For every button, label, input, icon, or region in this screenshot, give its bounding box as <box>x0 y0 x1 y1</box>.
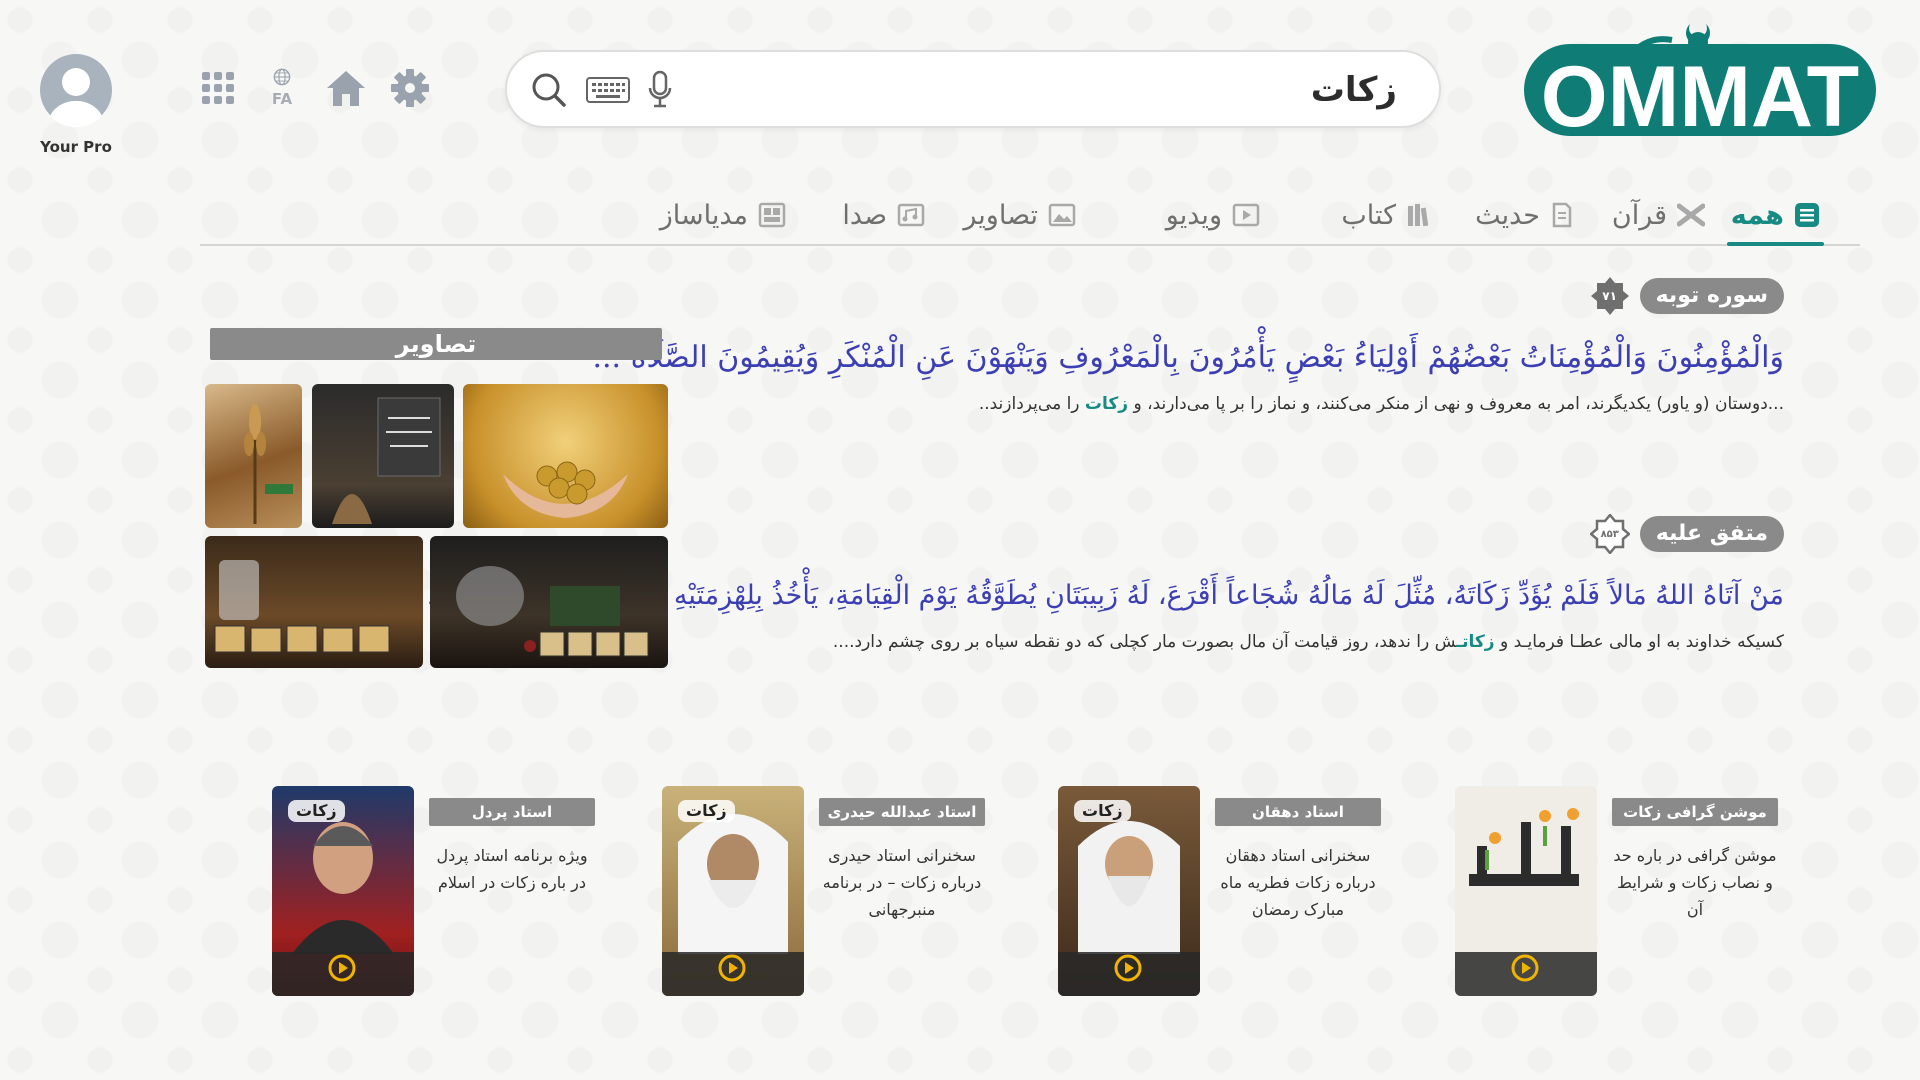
search-input[interactable]: زکات <box>1311 66 1397 114</box>
speaker-label: استاد پردل <box>429 798 595 826</box>
image-icon <box>1048 203 1076 227</box>
images-section-title[interactable]: تصاویر <box>210 328 662 360</box>
video-description: ویژه برنامه استاد پردل در باره زکات در ا… <box>436 846 588 892</box>
video-thumbnail[interactable] <box>1455 786 1597 996</box>
thumbnail-tag: زکات <box>288 800 345 822</box>
video-thumbnail[interactable]: زکات <box>1058 786 1200 996</box>
globe-icon <box>273 68 291 86</box>
speaker-label: استاد عبدالله حیدری <box>819 798 985 826</box>
video-description: سخنرانی استاد دهقان درباره زکات فطریه ما… <box>1220 846 1376 919</box>
image-thumbnail[interactable] <box>312 384 454 528</box>
video-card[interactable]: زکات استاد دهقان سخنرانی استاد دهقان درب… <box>1058 786 1388 998</box>
home-icon[interactable] <box>326 68 366 108</box>
source-badge: سوره توبه <box>1639 278 1784 314</box>
microphone-icon[interactable] <box>647 70 673 110</box>
hadith-number-badge: ۸۵۳ <box>1589 514 1630 554</box>
video-icon <box>1232 203 1260 227</box>
video-thumbnail[interactable]: زکات <box>272 786 414 996</box>
video-card[interactable]: زکات استاد عبدالله حیدری سخنرانی استاد ح… <box>662 786 992 998</box>
translation-text: ...دوستان (و یاور) یکدیگرند، امر به معرو… <box>978 394 1784 414</box>
tab-all[interactable]: همه <box>1726 186 1825 246</box>
video-description: موشن گرافی در باره حد و نصاب زکات و شرای… <box>1613 846 1777 919</box>
language-selector[interactable]: FA <box>262 68 302 108</box>
tab-label: ویدیو <box>1165 199 1222 231</box>
video-card[interactable]: موشن گرافی زکات موشن گرافی در باره حد و … <box>1455 786 1785 998</box>
tab-label: حدیث <box>1475 199 1540 231</box>
source-badge: متفق علیه <box>1639 516 1784 552</box>
image-thumbnail[interactable] <box>430 536 668 668</box>
verse-number-badge: ۷۱ <box>1590 276 1630 316</box>
image-thumbnail[interactable] <box>205 384 302 528</box>
play-icon[interactable] <box>1112 952 1144 988</box>
arabic-text: وَالْمُؤْمِنُونَ وَالْمُؤْمِنَاتُ بَعْضُ… <box>592 340 1784 375</box>
video-description: سخنرانی استاد حیدری درباره زکات – در برن… <box>822 846 982 919</box>
apps-grid-icon[interactable] <box>198 68 238 108</box>
language-label: FA <box>271 90 293 108</box>
gear-icon[interactable] <box>390 68 430 108</box>
tab-media-maker[interactable]: مدیاساز <box>660 186 786 244</box>
tab-label: قرآن <box>1611 199 1667 231</box>
thumbnail-tag: زکات <box>678 800 735 822</box>
play-icon[interactable] <box>1509 952 1541 988</box>
thumbnail-tag: زکات <box>1074 800 1131 822</box>
books-icon <box>1408 204 1429 227</box>
media-maker-icon <box>758 202 786 228</box>
search-icon[interactable] <box>529 70 569 110</box>
quran-icon <box>1677 203 1705 227</box>
tab-images[interactable]: تصاویر <box>963 186 1076 244</box>
tab-label: همه <box>1730 199 1784 231</box>
tab-hadith[interactable]: حدیث <box>1475 186 1574 244</box>
hadith-icon <box>1552 202 1572 228</box>
tab-books[interactable]: کتاب <box>1341 186 1432 244</box>
tab-label: صدا <box>842 199 887 231</box>
tab-label: تصاویر <box>963 199 1038 231</box>
tab-video[interactable]: ویدیو <box>1166 186 1260 244</box>
user-profile[interactable]: Your Pro <box>36 52 116 156</box>
video-card[interactable]: زکات استاد پردل ویژه برنامه استاد پردل د… <box>272 786 602 998</box>
audio-icon <box>897 203 925 227</box>
speaker-label: استاد دهقان <box>1215 798 1381 826</box>
highlight-keyword: زکات <box>1084 394 1129 414</box>
user-avatar-icon <box>40 54 112 128</box>
speaker-label: موشن گرافی زکات <box>1612 798 1778 826</box>
list-icon <box>1795 203 1819 227</box>
category-tabs: همه قرآن حدیث کتاب ویدیو تصاویر صدا مدیا… <box>200 186 1860 246</box>
search-bar[interactable]: زکات <box>505 50 1441 128</box>
video-thumbnail[interactable]: زکات <box>662 786 804 996</box>
tab-audio[interactable]: صدا <box>842 186 925 244</box>
logo-text: OMMAT <box>1541 49 1859 138</box>
tab-label: مدیاساز <box>659 199 748 231</box>
play-icon[interactable] <box>326 952 358 988</box>
play-icon[interactable] <box>716 952 748 988</box>
result-quran[interactable]: سوره توبه ۷۱ وَالْمُؤْمِنُونَ وَالْمُؤْم… <box>592 276 1784 414</box>
ommat-logo[interactable]: OMMAT <box>1500 14 1896 145</box>
profile-name: Your Pro <box>40 138 112 156</box>
highlight-keyword: زکاتـ <box>1456 632 1495 652</box>
image-thumbnail[interactable] <box>463 384 668 528</box>
keyboard-icon[interactable] <box>585 74 631 106</box>
tab-label: کتاب <box>1341 199 1396 231</box>
tab-quran[interactable]: قرآن <box>1612 186 1705 244</box>
image-thumbnail[interactable] <box>205 536 423 668</box>
